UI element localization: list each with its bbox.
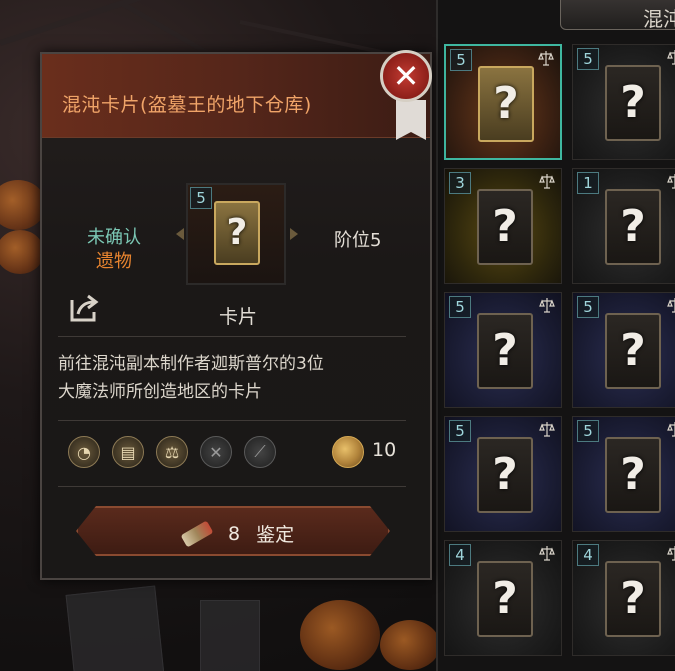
item-title: 混沌卡片(盗墓王的地下仓库) xyxy=(62,94,312,116)
disassemble-icon: ✕ xyxy=(200,436,232,468)
scale-icon xyxy=(667,50,675,65)
slot-level: 5 xyxy=(577,48,599,70)
scale-icon xyxy=(539,174,555,189)
item-type: 卡片 xyxy=(218,306,257,328)
status-relic: 遗物 xyxy=(96,251,132,272)
card-icon: ? xyxy=(605,189,661,265)
inventory-slot[interactable]: 1 ? xyxy=(572,168,675,284)
inventory-slot[interactable]: 5 ? xyxy=(572,292,675,408)
slot-level: 4 xyxy=(577,544,599,566)
scroll-icon xyxy=(181,520,214,547)
tree-branch xyxy=(0,0,173,46)
inventory-slot[interactable]: 3 ? xyxy=(444,168,562,284)
inventory-slot[interactable]: 5 ? xyxy=(444,416,562,532)
scale-icon xyxy=(539,422,555,437)
card-icon: ? xyxy=(605,561,661,637)
inventory-slot[interactable]: 4 ? xyxy=(444,540,562,656)
bag-icon: ◔ xyxy=(68,436,100,468)
card-icon: ? xyxy=(477,437,533,513)
identify-button[interactable]: 8 鉴定 xyxy=(76,506,390,556)
slot-level: 5 xyxy=(577,420,599,442)
inventory-slot[interactable]: 5 ? xyxy=(444,292,562,408)
status-unconfirmed: 未确认 xyxy=(87,227,141,248)
inventory-slot[interactable]: 5 ? xyxy=(572,416,675,532)
card-icon: ? xyxy=(605,313,661,389)
repair-icon: ⟋ xyxy=(244,436,276,468)
inventory-panel: 5 ? 5 ? 3 ? 1 ? 5 ? 5 ? 5 ? 5 ? 4 ? 4 ? xyxy=(436,0,675,671)
scale-icon xyxy=(538,51,554,66)
description-line: 前往混沌副本制作者迦斯普尔的3位 xyxy=(58,354,324,374)
tombstone xyxy=(200,600,260,671)
frame-arrow-right xyxy=(290,228,298,240)
slot-level: 4 xyxy=(449,544,471,566)
scale-icon xyxy=(667,174,675,189)
scale-icon xyxy=(539,546,555,561)
inventory-header-title: 混沌 xyxy=(643,7,675,31)
identify-count: 8 xyxy=(228,522,241,545)
pumpkin xyxy=(380,620,440,670)
card-icon: ? xyxy=(477,561,533,637)
chest-icon: ▤ xyxy=(112,436,144,468)
scale-icon: ⚖ xyxy=(156,436,188,468)
card-icon: ? xyxy=(605,65,661,141)
tooltip-header: 混沌卡片(盗墓王的地下仓库) xyxy=(42,54,430,140)
slot-level: 5 xyxy=(449,420,471,442)
slot-level: 3 xyxy=(449,172,471,194)
inventory-slot[interactable]: 5 ? xyxy=(444,44,562,160)
tombstone xyxy=(65,585,165,671)
card-icon: ? xyxy=(605,437,661,513)
share-icon[interactable] xyxy=(66,290,102,326)
gold-coin-icon xyxy=(332,436,364,468)
bookmark-icon[interactable] xyxy=(396,100,426,140)
item-description: 前往混沌副本制作者迦斯普尔的3位 大魔法师所创造地区的卡片 xyxy=(58,350,418,406)
pumpkin xyxy=(300,600,380,670)
card-icon: ? xyxy=(478,66,534,142)
close-icon: ✕ xyxy=(392,57,420,95)
scale-icon xyxy=(539,298,555,313)
inventory-slot[interactable]: 5 ? xyxy=(572,44,675,160)
pumpkin xyxy=(0,230,44,274)
item-level-badge: 5 xyxy=(190,187,212,209)
frame-arrow-left xyxy=(176,228,184,240)
close-button[interactable]: ✕ xyxy=(380,50,432,102)
scale-icon xyxy=(667,546,675,561)
item-icon-frame: 5 ? xyxy=(186,183,286,285)
divider xyxy=(58,336,406,337)
slot-level: 1 xyxy=(577,172,599,194)
item-status: 未确认 遗物 xyxy=(66,226,162,274)
card-icon: ? xyxy=(214,201,260,265)
identify-label: 鉴定 xyxy=(256,524,295,546)
item-price: 10 xyxy=(372,439,397,461)
description-line: 大魔法师所创造地区的卡片 xyxy=(58,382,262,402)
inventory-slot[interactable]: 4 ? xyxy=(572,540,675,656)
scale-icon xyxy=(667,422,675,437)
divider xyxy=(58,486,406,487)
inventory-header-tab[interactable]: 混沌 xyxy=(560,0,675,31)
item-rank: 阶位5 xyxy=(334,230,382,251)
slot-level: 5 xyxy=(577,296,599,318)
card-icon: ? xyxy=(477,189,533,265)
slot-level: 5 xyxy=(449,296,471,318)
scale-icon xyxy=(667,298,675,313)
card-icon: ? xyxy=(477,313,533,389)
divider xyxy=(58,420,406,421)
slot-level: 5 xyxy=(450,49,472,71)
